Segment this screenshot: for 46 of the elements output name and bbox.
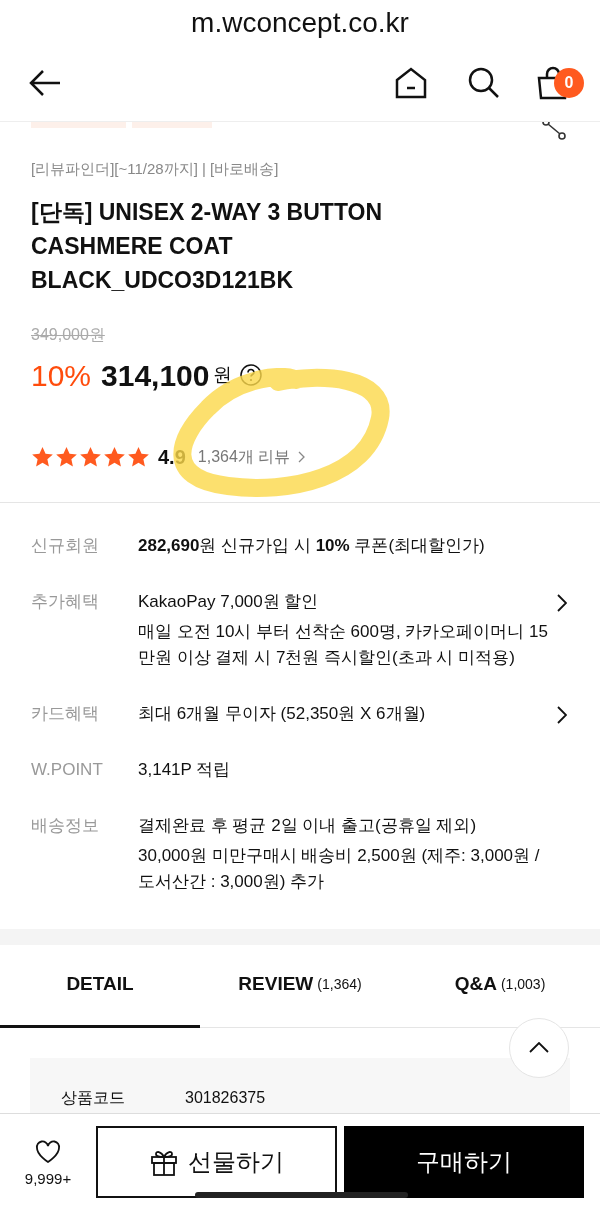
- address-bar-url[interactable]: m.wconcept.co.kr: [191, 1, 409, 44]
- star-icon: [103, 445, 126, 468]
- discount-rate: 10%: [31, 357, 92, 394]
- share-icon[interactable]: [542, 122, 566, 140]
- chevron-right-icon: [298, 450, 306, 463]
- product-code-value: 301826375: [185, 1087, 266, 1108]
- star-icon: [55, 445, 78, 468]
- detail-tab[interactable]: DETAIL: [0, 944, 200, 1028]
- star-icon: [127, 445, 150, 468]
- star-icon: [31, 445, 54, 468]
- cart-count-badge: 0: [554, 68, 584, 98]
- benefit-text: 결제완료 후 평균 2일 이내 출고(공휴일 제외): [138, 814, 478, 837]
- heart-icon: [35, 1140, 61, 1164]
- wishlist-button[interactable]: 9,999+: [0, 1126, 96, 1191]
- review-count-link[interactable]: 1,364개 리뷰: [197, 444, 306, 469]
- benefit-text: 최대 6개월 무이자 (52,350원 X 6개월): [138, 702, 427, 725]
- benefit-label: 추가혜택: [31, 590, 100, 613]
- benefit-text: 282,690원 신규가입 시 10% 쿠폰(최대할인가): [138, 534, 486, 557]
- benefit-label: W.POINT: [31, 758, 104, 781]
- star-icon: [79, 445, 102, 468]
- gift-button[interactable]: 선물하기: [96, 1126, 337, 1198]
- detail-tab[interactable]: Q&A (1,003): [400, 944, 600, 1028]
- buy-button[interactable]: 구매하기: [344, 1126, 584, 1198]
- benefit-label: 배송정보: [31, 814, 100, 837]
- original-price: 349,000원: [31, 324, 106, 345]
- product-title-line: CASHMERE COAT: [31, 231, 234, 261]
- chevron-right-icon[interactable]: [557, 705, 567, 724]
- gift-icon: [149, 1148, 178, 1176]
- chevron-up-icon: [529, 1042, 549, 1053]
- home-icon[interactable]: [394, 66, 428, 100]
- benefit-label: 신규회원: [31, 534, 100, 557]
- detail-tab[interactable]: REVIEW (1,364): [200, 944, 400, 1028]
- sale-price: 314,100: [101, 357, 210, 394]
- product-subtitle: [리뷰파인더][~11/28까지] | [바로배송]: [31, 159, 280, 179]
- benefit-text: 매일 오전 10시 부터 선착순 600명, 카카오페이머니 15 만원 이상 결제 시 7천원 즉시할인(초과 시 미적용): [138, 620, 549, 669]
- benefit-text: 30,000원 미만구매시 배송비 2,500원 (제주: 3,000원 / 도서산간 : 3,000원) 추가: [138, 844, 541, 893]
- benefit-text: 3,141P 적립: [138, 758, 232, 781]
- product-title-line: [단독] UNISEX 2-WAY 3 BUTTON: [31, 197, 384, 227]
- search-icon[interactable]: [468, 67, 500, 99]
- chevron-right-icon[interactable]: [557, 593, 567, 612]
- product-title-line: BLACK_UDCO3D121BK: [31, 265, 294, 295]
- product-code-label: 상품코드: [61, 1087, 125, 1108]
- back-icon[interactable]: [28, 69, 62, 97]
- benefit-text: KakaoPay 7,000원 할인: [138, 590, 320, 613]
- benefit-label: 카드혜택: [31, 702, 100, 725]
- currency-unit: 원: [212, 362, 232, 387]
